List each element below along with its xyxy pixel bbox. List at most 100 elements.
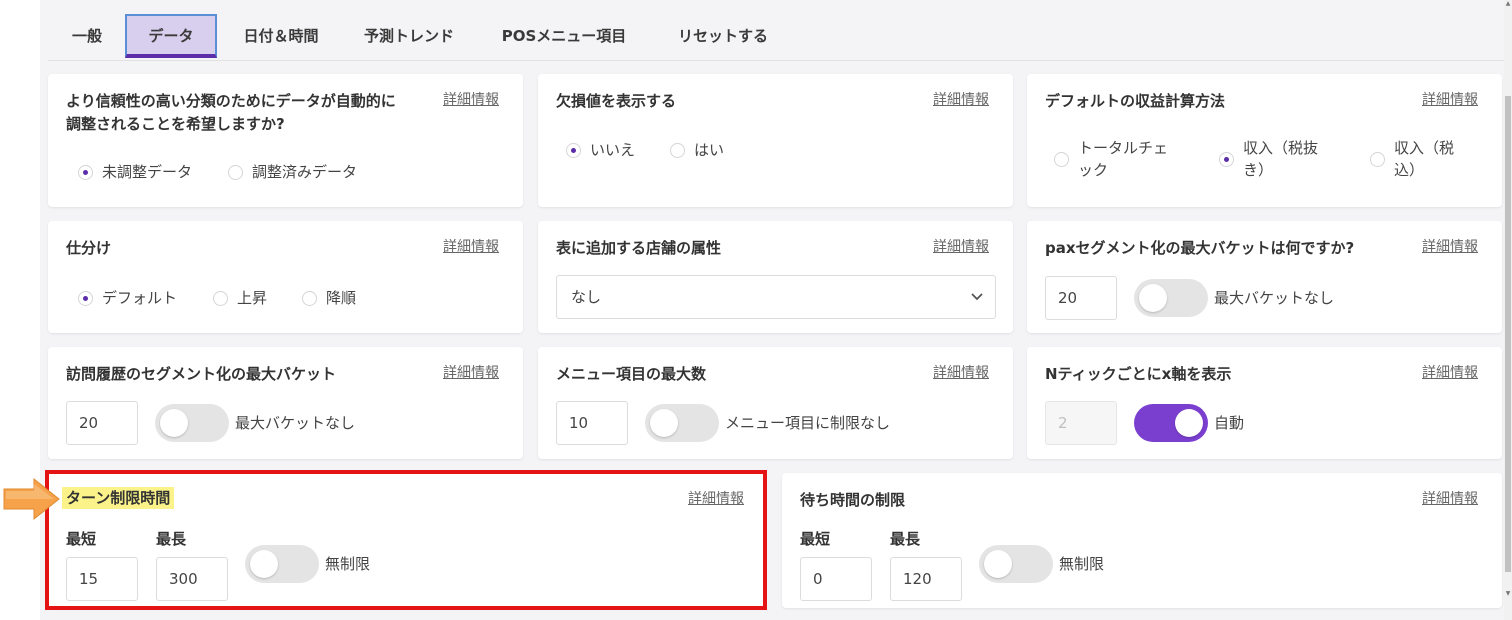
radio-total-check[interactable]: トータルチェ ック bbox=[1054, 137, 1168, 181]
card-title: より信頼性の高い分類のためにデータが自動的に 調整されることを希望しますか? bbox=[66, 90, 396, 136]
card-title: 表に追加する店舗の属性 bbox=[556, 239, 722, 257]
card-x-axis-ticks: Nティックごとにx軸を表示 詳細情報 2 自動 bbox=[1027, 347, 1502, 459]
radio-checked-icon bbox=[1219, 151, 1234, 167]
chevron-down-icon bbox=[971, 276, 983, 336]
radio-unchecked-icon bbox=[213, 290, 228, 306]
tab-data[interactable]: データ bbox=[125, 14, 217, 58]
toggle-knob bbox=[650, 409, 678, 437]
arrow-right-icon bbox=[2, 476, 62, 526]
radio-label: いいえ bbox=[590, 141, 636, 159]
select-value: なし bbox=[571, 288, 602, 306]
radio-unchecked-icon bbox=[1054, 151, 1069, 167]
radio-descending[interactable]: 降順 bbox=[302, 287, 356, 309]
details-link[interactable]: 詳細情報 bbox=[443, 237, 499, 257]
card-title: 欠損値を表示する bbox=[556, 92, 677, 110]
radio-label: トータルチェ ック bbox=[1078, 139, 1169, 179]
radio-checked-icon bbox=[78, 290, 93, 306]
toggle-knob bbox=[984, 550, 1012, 578]
tab-general[interactable]: 一般 bbox=[62, 14, 112, 58]
details-link[interactable]: 詳細情報 bbox=[933, 90, 989, 110]
details-link[interactable]: 詳細情報 bbox=[1422, 363, 1478, 383]
card-title: Nティックごとにx軸を表示 bbox=[1045, 365, 1232, 383]
tab-reset[interactable]: リセットする bbox=[668, 14, 778, 58]
radio-unchecked-icon bbox=[302, 290, 317, 306]
settings-tabs: 一般 データ 日付＆時間 予測トレンド POSメニュー項目 リセットする bbox=[48, 14, 1504, 61]
wait-min-input[interactable]: 0 bbox=[800, 557, 872, 601]
wait-max-input[interactable]: 120 bbox=[890, 557, 962, 601]
menu-no-limit-toggle[interactable] bbox=[645, 404, 719, 442]
toggle-label: 最大バケットなし bbox=[1214, 289, 1335, 307]
radio-label: 上昇 bbox=[237, 289, 268, 307]
radio-label: 収入（税 込） bbox=[1394, 139, 1455, 179]
visit-bucket-input[interactable]: 20 bbox=[66, 401, 138, 445]
card-missing-values: 欠損値を表示する 詳細情報 いいえ はい bbox=[538, 74, 1013, 207]
details-link[interactable]: 詳細情報 bbox=[443, 363, 499, 383]
card-visit-bucket: 訪問履歴のセグメント化の最大バケット 詳細情報 20 最大バケットなし bbox=[48, 347, 523, 459]
radio-label: 降順 bbox=[326, 289, 357, 307]
toggle-label: 最大バケットなし bbox=[235, 414, 356, 432]
scroll-up-icon[interactable]: ▲ bbox=[1504, 0, 1512, 8]
x-axis-auto-toggle[interactable] bbox=[1134, 404, 1208, 442]
radio-checked-icon bbox=[566, 142, 581, 158]
annotation-red-box bbox=[45, 470, 767, 610]
max-label: 最長 bbox=[890, 530, 921, 548]
radio-label: デフォルト bbox=[102, 289, 178, 307]
min-label: 最短 bbox=[800, 530, 831, 548]
card-wait-limit: 待ち時間の制限 詳細情報 最短 最長 0 120 無制限 bbox=[782, 473, 1502, 608]
details-link[interactable]: 詳細情報 bbox=[933, 237, 989, 257]
store-attribute-select[interactable]: なし bbox=[556, 275, 996, 319]
card-menu-max: メニュー項目の最大数 詳細情報 10 メニュー項目に制限なし bbox=[538, 347, 1013, 459]
radio-label: 収入（税抜 き） bbox=[1243, 139, 1319, 179]
details-link[interactable]: 詳細情報 bbox=[1422, 237, 1478, 257]
radio-label: はい bbox=[694, 141, 725, 159]
card-auto-adjust: より信頼性の高い分類のためにデータが自動的に 調整されることを希望しますか? 詳… bbox=[48, 74, 523, 207]
toggle-label: 自動 bbox=[1214, 414, 1245, 432]
scroll-down-icon[interactable]: ▼ bbox=[1504, 590, 1512, 598]
title-line-1: より信頼性の高い分類のためにデータが自動的に bbox=[66, 92, 396, 110]
scrollbar-thumb[interactable] bbox=[1505, 96, 1511, 572]
radio-unchecked-icon bbox=[1370, 151, 1385, 167]
details-link[interactable]: 詳細情報 bbox=[443, 90, 499, 110]
tab-date-time[interactable]: 日付＆時間 bbox=[228, 14, 334, 58]
toggle-knob bbox=[160, 409, 188, 437]
card-title: 仕分け bbox=[66, 239, 112, 257]
pax-bucket-input[interactable]: 20 bbox=[1045, 276, 1117, 320]
toggle-label: メニュー項目に制限なし bbox=[725, 414, 891, 432]
x-axis-ticks-input: 2 bbox=[1045, 401, 1117, 445]
card-title: 待ち時間の制限 bbox=[800, 491, 906, 509]
radio-checked-icon bbox=[78, 164, 93, 180]
tab-forecast-trend[interactable]: 予測トレンド bbox=[356, 14, 462, 58]
radio-label: 未調整データ bbox=[102, 163, 193, 181]
card-pax-bucket: paxセグメント化の最大バケットは何ですか? 詳細情報 20 最大バケットなし bbox=[1027, 221, 1502, 333]
wait-unlimited-toggle[interactable] bbox=[979, 545, 1053, 583]
card-title: デフォルトの収益計算方法 bbox=[1045, 92, 1226, 110]
toggle-label: 無制限 bbox=[1059, 555, 1105, 573]
toggle-knob bbox=[1139, 284, 1167, 312]
card-title: 訪問履歴のセグメント化の最大バケット bbox=[66, 365, 337, 383]
details-link[interactable]: 詳細情報 bbox=[1422, 489, 1478, 509]
radio-default[interactable]: デフォルト bbox=[78, 287, 177, 309]
menu-max-input[interactable]: 10 bbox=[556, 401, 628, 445]
radio-adjusted[interactable]: 調整済みデータ bbox=[228, 161, 357, 183]
tab-pos-menu-items[interactable]: POSメニュー項目 bbox=[496, 14, 632, 58]
details-link[interactable]: 詳細情報 bbox=[933, 363, 989, 383]
card-sort: 仕分け 詳細情報 デフォルト 上昇 降順 bbox=[48, 221, 523, 333]
radio-no[interactable]: いいえ bbox=[566, 139, 635, 161]
pax-no-max-toggle[interactable] bbox=[1134, 279, 1208, 317]
radio-yes[interactable]: はい bbox=[670, 139, 724, 161]
card-revenue-method: デフォルトの収益計算方法 詳細情報 トータルチェ ック 収入（税抜 き） 収入（税込… bbox=[1027, 74, 1502, 207]
toggle-knob bbox=[1175, 409, 1203, 437]
radio-unchecked-icon bbox=[670, 142, 685, 158]
radio-unadjusted[interactable]: 未調整データ bbox=[78, 161, 192, 183]
visit-no-max-toggle[interactable] bbox=[155, 404, 229, 442]
radio-revenue-excl-tax[interactable]: 収入（税抜 き） bbox=[1219, 137, 1318, 181]
radio-ascending[interactable]: 上昇 bbox=[213, 287, 267, 309]
radio-revenue-incl-tax[interactable]: 収入（税 込） bbox=[1370, 137, 1454, 181]
card-store-attribute: 表に追加する店舗の属性 詳細情報 なし bbox=[538, 221, 1013, 333]
card-title: メニュー項目の最大数 bbox=[556, 365, 707, 383]
radio-label: 調整済みデータ bbox=[252, 163, 358, 181]
card-title: paxセグメント化の最大バケットは何ですか? bbox=[1045, 239, 1355, 257]
title-line-2: 調整されることを希望しますか? bbox=[66, 115, 285, 133]
radio-unchecked-icon bbox=[228, 164, 243, 180]
details-link[interactable]: 詳細情報 bbox=[1422, 90, 1478, 110]
